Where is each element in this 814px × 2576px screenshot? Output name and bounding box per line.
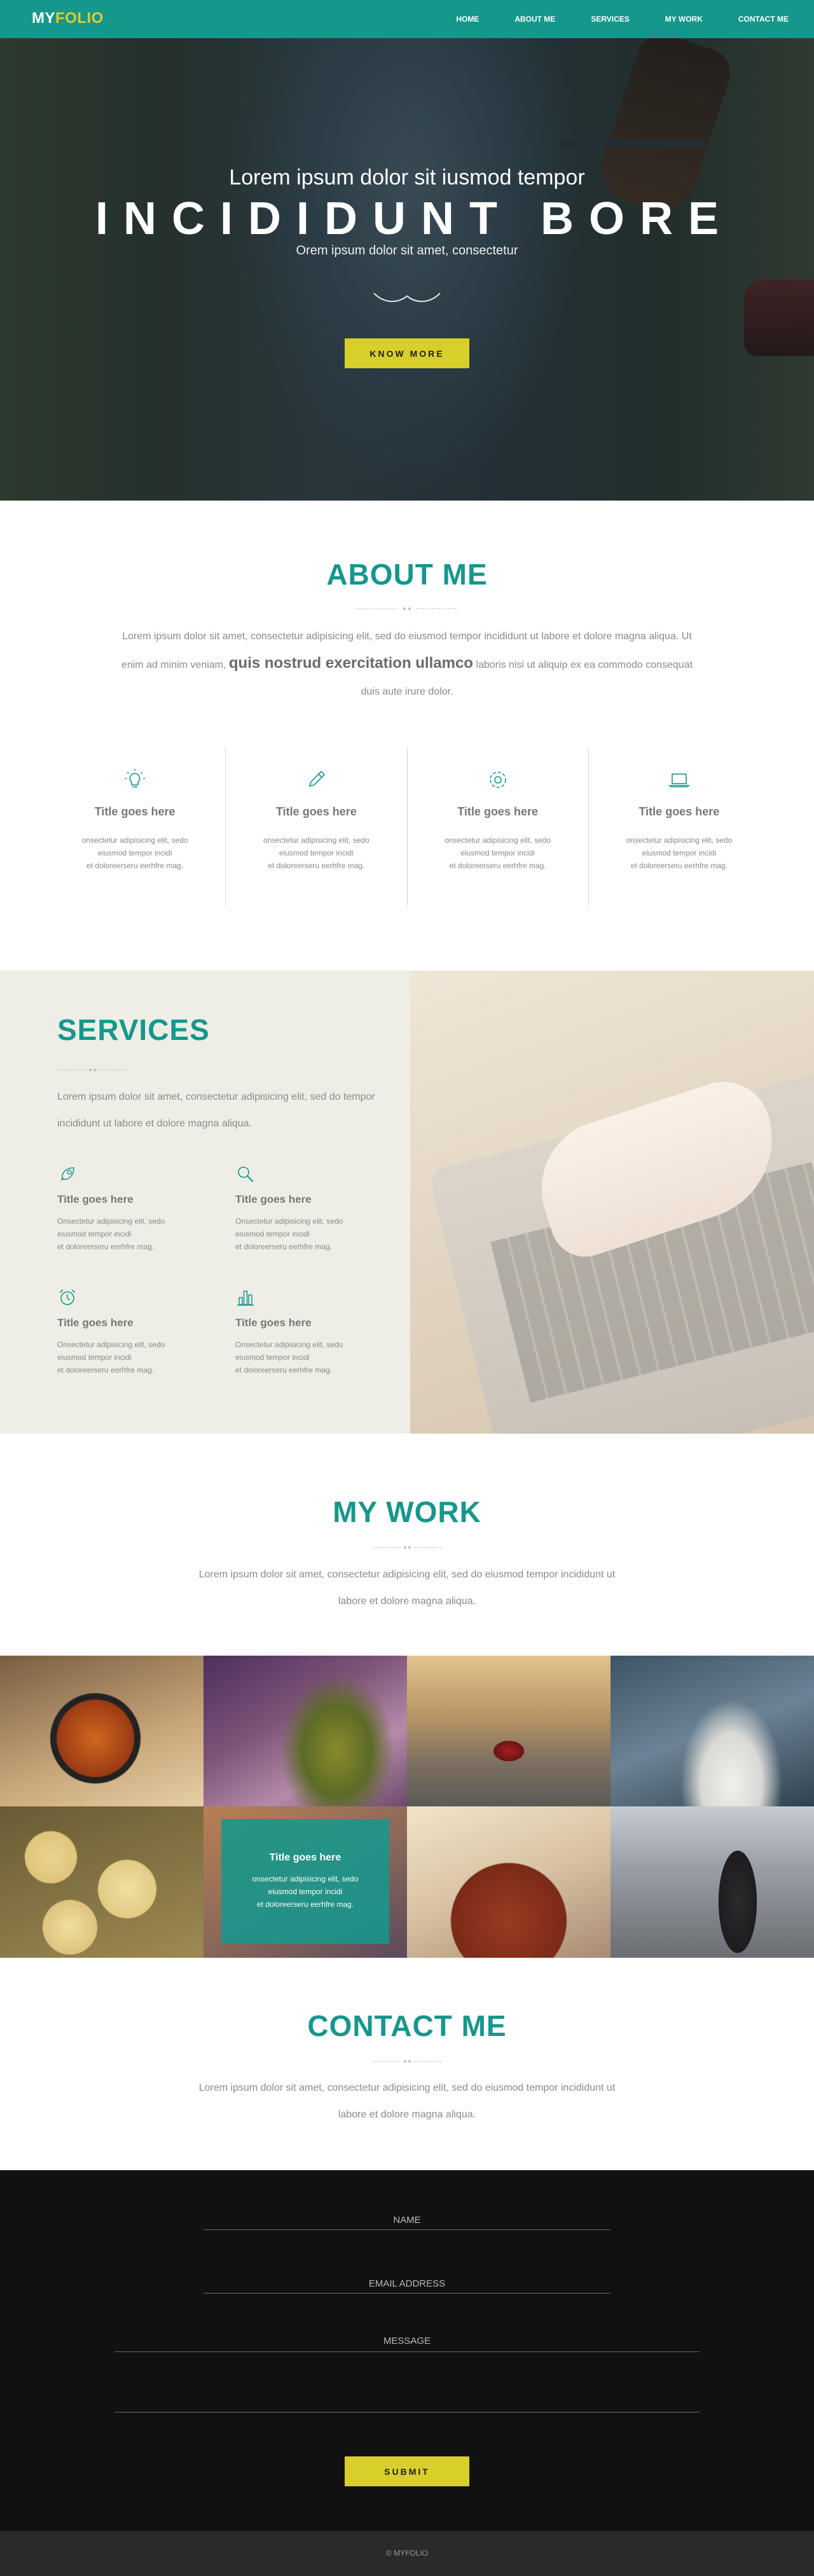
service-item: Title goes here Onsectetur adipisicing e… — [57, 1287, 184, 1376]
work-title: MY WORK — [333, 1495, 481, 1528]
feature-title: Title goes here — [94, 805, 176, 818]
feature-text: onsectetur adipisicing elit, sedo eiusmod… — [626, 836, 733, 870]
gallery-item-road[interactable] — [407, 1656, 610, 1806]
mustache-divider-icon — [373, 293, 441, 302]
feature-text: onsectetur adipisicing elit, sedo eiusmod… — [445, 836, 551, 870]
feature-card: Title goes here onsectetur adipisicing e… — [589, 748, 769, 906]
overlay-text: onsectetur adipisicing elit, sedo eiusmod… — [252, 1874, 359, 1909]
nav-my-work[interactable]: MY WORK — [665, 15, 703, 24]
name-field[interactable] — [204, 2211, 610, 2230]
hero-overlay — [0, 38, 814, 501]
nav-contact-me[interactable]: CONTACT ME — [738, 15, 789, 24]
hero-subtitle: Lorem ipsum dolor sit iusmod tempor — [229, 165, 585, 190]
feature-card: Title goes here onsectetur adipisicing e… — [226, 748, 408, 906]
work-divider-icon — [372, 1546, 442, 1549]
services-paragraph: Lorem ipsum dolor sit amet, consectetur … — [57, 1091, 375, 1129]
work-gallery: Title goes here onsectetur adipisicing e… — [0, 1656, 814, 1958]
about-divider-icon — [356, 607, 458, 610]
about-text-strong: quis nostrud exercitation ullamco — [228, 654, 473, 672]
nav-home[interactable]: HOME — [456, 15, 479, 24]
service-title: Title goes here — [235, 1193, 312, 1205]
hero-tagline: Orem ipsum dolor sit amet, consectetur — [296, 244, 518, 258]
service-title: Title goes here — [57, 1317, 134, 1329]
submit-button[interactable]: SUBMIT — [345, 2456, 469, 2486]
message-underline — [114, 2412, 700, 2413]
services-section: SERVICES Lorem ipsum dolor sit amet, con… — [0, 971, 814, 1434]
service-item: Title goes here Onsectetur adipisicing e… — [57, 1164, 184, 1253]
overlay-title: Title goes here — [269, 1852, 341, 1863]
message-field[interactable] — [114, 2330, 700, 2352]
logo-folio: FOLIO — [55, 10, 104, 27]
services-title: SERVICES — [57, 1013, 210, 1046]
photo-veil — [410, 971, 814, 1434]
gallery-item-swan[interactable] — [610, 1656, 814, 1806]
gear-icon — [489, 772, 506, 788]
gallery-item-featured[interactable]: Title goes here onsectetur adipisicing e… — [204, 1806, 407, 1958]
nav-about-me[interactable]: ABOUT ME — [514, 15, 555, 24]
gallery-item-hair[interactable] — [407, 1806, 610, 1958]
about-paragraph: Lorem ipsum dolor sit amet, consectetur … — [121, 623, 693, 705]
hero-title: INCIDIDUNT BORE — [95, 193, 734, 244]
email-field[interactable] — [204, 2275, 610, 2294]
work-paragraph: Lorem ipsum dolor sit amet, consectetur … — [198, 1569, 616, 1607]
feature-text: onsectetur adipisicing elit, sedo eiusmod… — [263, 836, 369, 870]
feature-card: Title goes here onsectetur adipisicing e… — [45, 748, 226, 906]
contact-title: CONTACT ME — [307, 2009, 507, 2042]
laptop-icon — [668, 773, 690, 787]
footer-copyright: © MYFOLIO — [385, 2549, 429, 2558]
know-more-button[interactable]: KNOW MORE — [345, 338, 469, 368]
about-title: ABOUT ME — [326, 558, 488, 591]
service-item: Title goes here Onsectetur adipisicing e… — [235, 1164, 362, 1253]
pencil-icon — [309, 770, 326, 787]
contact-divider-icon — [372, 2060, 442, 2063]
service-title: Title goes here — [57, 1193, 134, 1205]
service-text: Onsectetur adipisicing elit, sedo eiusmod… — [235, 1340, 343, 1375]
rocket-icon — [60, 1167, 74, 1181]
service-text: Onsectetur adipisicing elit, sedo eiusmod… — [57, 1340, 165, 1375]
feature-card: Title goes here onsectetur adipisicing e… — [408, 748, 589, 906]
footer: © MYFOLIO — [0, 2531, 814, 2576]
about-features: Title goes here onsectetur adipisicing e… — [45, 748, 769, 906]
gallery-item-sunglasses[interactable] — [0, 1656, 204, 1806]
logo[interactable]: MYFOLIO — [32, 10, 104, 27]
feature-title: Title goes here — [457, 805, 538, 818]
bar-chart-icon — [237, 1291, 254, 1306]
gallery-overlay-card[interactable]: Title goes here onsectetur adipisicing e… — [221, 1819, 389, 1944]
contact-paragraph: Lorem ipsum dolor sit amet, consectetur … — [198, 2082, 616, 2120]
service-text: Onsectetur adipisicing elit, sedo eiusmod… — [235, 1217, 343, 1251]
gallery-item-leaf[interactable] — [204, 1656, 407, 1806]
lightbulb-icon — [125, 769, 146, 787]
services-photo — [410, 971, 814, 1434]
services-divider-icon — [57, 1069, 127, 1071]
hero-section: Lorem ipsum dolor sit iusmod tempor INCI… — [0, 38, 814, 501]
nav-services[interactable]: SERVICES — [591, 15, 629, 24]
feature-text: onsectetur adipisicing elit, sedo eiusmod… — [81, 836, 188, 870]
services-panel: SERVICES Lorem ipsum dolor sit amet, con… — [0, 971, 410, 1434]
search-icon — [238, 1167, 254, 1182]
nav-links: HOME ABOUT ME SERVICES MY WORK CONTACT M… — [420, 0, 789, 38]
service-item: Title goes here Onsectetur adipisicing e… — [235, 1287, 362, 1376]
navbar: MYFOLIO HOME ABOUT ME SERVICES MY WORK C… — [0, 0, 814, 38]
contact-form: SUBMIT — [0, 2170, 814, 2531]
feature-title: Title goes here — [276, 805, 357, 818]
gallery-item-banana[interactable] — [0, 1806, 204, 1958]
service-text: Onsectetur adipisicing elit, sedo eiusmod… — [57, 1217, 165, 1251]
feature-title: Title goes here — [638, 805, 720, 818]
service-title: Title goes here — [235, 1317, 312, 1329]
alarm-clock-icon — [59, 1289, 76, 1305]
gallery-item-street[interactable] — [610, 1806, 814, 1958]
logo-my: MY — [32, 10, 55, 27]
